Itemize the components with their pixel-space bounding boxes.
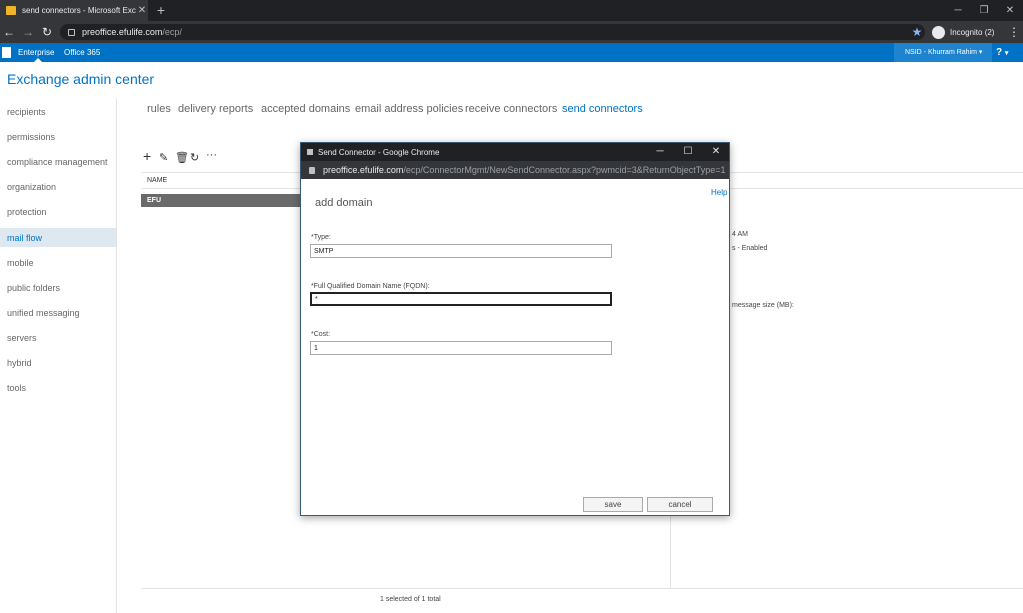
o365-bar xyxy=(0,43,1023,62)
incognito-profile[interactable]: Incognito (2) xyxy=(932,24,1002,40)
details-text: s - Enabled xyxy=(732,245,768,252)
incognito-icon xyxy=(932,25,945,39)
details-text: message size (MB): xyxy=(732,302,794,309)
lock-icon xyxy=(309,166,315,174)
save-button[interactable]: save xyxy=(583,497,643,512)
nav-item-unified-messaging[interactable]: unified messaging xyxy=(7,308,80,318)
cancel-button[interactable]: cancel xyxy=(647,497,713,512)
new-tab-icon[interactable]: + xyxy=(153,1,169,19)
subtab-accepted-domains[interactable]: accepted domains xyxy=(261,103,350,115)
lock-icon xyxy=(68,28,75,36)
browser-menu-icon[interactable]: ⋮ xyxy=(1008,21,1020,43)
dialog-heading: add domain xyxy=(315,197,373,209)
type-field[interactable] xyxy=(310,244,612,258)
popup-url-host: preoffice.efulife.com xyxy=(323,165,404,175)
nav-divider xyxy=(116,98,117,613)
nav-item-mobile[interactable]: mobile xyxy=(7,258,34,268)
help-menu[interactable]: ? ▾ xyxy=(996,43,1012,62)
fqdn-label: *Full Qualified Domain Name (FQDN): xyxy=(311,283,430,290)
bookmark-star-icon[interactable]: ★ xyxy=(909,21,925,43)
exchange-favicon-icon xyxy=(6,6,16,15)
subtab-delivery-reports[interactable]: delivery reports xyxy=(178,103,253,115)
chevron-down-icon: ▾ xyxy=(978,49,983,56)
subtab-send-connectors[interactable]: send connectors xyxy=(562,103,643,115)
nav-item-recipients[interactable]: recipients xyxy=(7,107,46,117)
nav-item-compliance-management[interactable]: compliance management xyxy=(7,157,108,167)
page-title: Exchange admin center xyxy=(7,71,155,87)
nav-item-protection[interactable]: protection xyxy=(7,207,47,217)
forward-icon[interactable]: → xyxy=(20,21,36,43)
cost-label: *Cost: xyxy=(311,331,331,338)
fqdn-field[interactable] xyxy=(310,292,612,306)
more-icon[interactable]: ··· xyxy=(206,149,217,161)
edit-icon[interactable]: ✎ xyxy=(159,151,168,164)
nav-item-hybrid[interactable]: hybrid xyxy=(7,358,32,368)
table-row[interactable]: EFU xyxy=(141,194,301,207)
user-menu[interactable]: NSID - Khurram Rahim ▾ xyxy=(894,43,992,62)
popup-close-icon[interactable]: ✕ xyxy=(702,143,730,161)
subtab-email-address-policies[interactable]: email address policies xyxy=(355,103,463,115)
user-name: NSID - Khurram Rahim xyxy=(905,49,977,56)
window-icon xyxy=(307,149,313,155)
close-tab-icon[interactable]: ✕ xyxy=(136,5,148,16)
close-window-icon[interactable]: ✕ xyxy=(996,0,1023,21)
incognito-label: Incognito (2) xyxy=(950,27,995,37)
reload-icon[interactable]: ↻ xyxy=(39,21,55,43)
browser-toolbar: ← → ↻ preoffice.efulife.com/ecp/ ★ Incog… xyxy=(0,21,1023,43)
list-footer-divider xyxy=(141,588,1023,589)
column-header-name[interactable]: NAME xyxy=(147,177,167,184)
popup-minimize-icon[interactable]: ─ xyxy=(646,143,674,161)
tab-office-365[interactable]: Office 365 xyxy=(64,43,100,62)
tab-title: send connectors - Microsoft Exch xyxy=(22,6,136,15)
send-connector-popup: Send Connector - Google Chrome ─ ☐ ✕ pre… xyxy=(300,142,730,516)
popup-address-bar: preoffice.efulife.com/ecp/ConnectorMgmt/… xyxy=(301,161,729,179)
details-text: 4 AM xyxy=(732,231,748,238)
nav-item-permissions[interactable]: permissions xyxy=(7,132,55,142)
help-link[interactable]: Help xyxy=(711,188,727,197)
url-path: /ecp/ xyxy=(162,27,182,37)
add-icon[interactable]: + xyxy=(143,148,151,164)
nav-item-organization[interactable]: organization xyxy=(7,182,56,192)
popup-title: Send Connector - Google Chrome xyxy=(318,147,440,157)
delete-icon[interactable]: 🗑 xyxy=(175,151,189,164)
minimize-icon[interactable]: ─ xyxy=(944,0,972,21)
cost-field[interactable] xyxy=(310,341,612,355)
help-icon: ? xyxy=(996,47,1003,58)
nav-item-mail-flow[interactable]: mail flow xyxy=(7,233,42,243)
tab-enterprise[interactable]: Enterprise xyxy=(18,43,54,62)
type-label: *Type: xyxy=(311,234,331,241)
address-bar[interactable]: preoffice.efulife.com/ecp/ xyxy=(60,24,925,40)
back-icon[interactable]: ← xyxy=(1,21,17,43)
popup-url-path: /ecp/ConnectorMgmt/NewSendConnector.aspx… xyxy=(403,165,726,175)
chevron-down-icon: ▾ xyxy=(1004,50,1009,57)
popup-maximize-icon[interactable]: ☐ xyxy=(674,143,702,161)
browser-tab[interactable]: send connectors - Microsoft Exch ✕ xyxy=(0,0,148,21)
nav-item-tools[interactable]: tools xyxy=(7,383,26,393)
selection-status: 1 selected of 1 total xyxy=(380,596,441,603)
subtab-receive-connectors[interactable]: receive connectors xyxy=(465,103,557,115)
url-host: preoffice.efulife.com xyxy=(82,27,163,37)
restore-icon[interactable]: ❐ xyxy=(970,0,998,21)
refresh-icon[interactable]: ↻ xyxy=(190,151,199,164)
nav-item-servers[interactable]: servers xyxy=(7,333,37,343)
subtab-rules[interactable]: rules xyxy=(147,103,171,115)
office-logo-icon[interactable] xyxy=(2,47,11,58)
nav-item-public-folders[interactable]: public folders xyxy=(7,283,60,293)
